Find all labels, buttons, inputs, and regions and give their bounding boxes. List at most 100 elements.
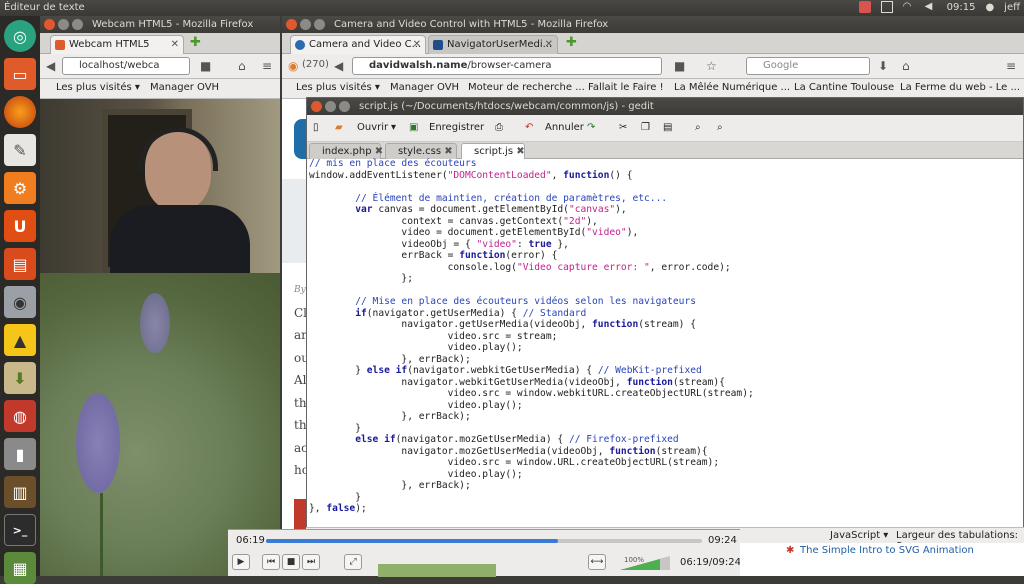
window-title: Webcam HTML5 - Mozilla Firefox xyxy=(92,19,254,30)
webcam-icon[interactable]: ◉ xyxy=(4,286,36,318)
tab-label: Camera and Video C... xyxy=(309,39,422,50)
undo-icon[interactable]: ↶ xyxy=(525,122,533,133)
webcam-video[interactable] xyxy=(40,99,280,273)
copy-icon[interactable]: ❐ xyxy=(641,122,650,133)
save-button[interactable]: Enregistrer xyxy=(429,122,484,133)
home-icon[interactable]: ⌂ xyxy=(238,59,246,73)
loop-button[interactable]: ⟷ xyxy=(588,554,606,570)
bookmark-manager-ovh[interactable]: Manager OVH xyxy=(390,82,459,93)
search-box[interactable]: Google xyxy=(746,57,870,75)
close-tab-icon[interactable]: ✕ xyxy=(171,36,179,54)
tab-style-css[interactable]: style.css ✖ xyxy=(385,143,457,159)
mail-icon[interactable] xyxy=(880,1,893,13)
bookmark-ferme-du-web[interactable]: La Ferme du web - Le ... xyxy=(900,82,1020,93)
close-button[interactable] xyxy=(286,19,297,30)
language-selector[interactable]: JavaScript ▾ xyxy=(830,530,888,541)
notification-count[interactable]: (270) xyxy=(302,59,329,70)
previous-button[interactable]: ⏮ xyxy=(262,554,280,570)
seek-bar[interactable] xyxy=(266,539,702,543)
bookmark-most-visited[interactable]: Les plus visités ▾ xyxy=(296,82,380,93)
related-link[interactable]: The Simple Intro to SVG Animation xyxy=(800,545,974,556)
tab-webcam[interactable]: Webcam HTML5 ✕ xyxy=(50,35,184,54)
redo-icon[interactable]: ↷ xyxy=(587,122,595,133)
maximize-button[interactable] xyxy=(314,19,325,30)
close-tab-icon[interactable]: ✖ xyxy=(444,146,452,157)
bookmark-cantine-toulouse[interactable]: La Cantine Toulouse xyxy=(794,82,894,93)
open-menu-icon[interactable]: ▾ xyxy=(391,122,396,133)
close-tab-icon[interactable]: ✖ xyxy=(516,146,524,157)
print-icon[interactable]: ⎙ xyxy=(495,122,503,133)
workspace-icon[interactable]: ▦ xyxy=(4,552,36,584)
power-icon[interactable] xyxy=(858,1,871,13)
code-editor[interactable]: // mis en place des écouteurs window.add… xyxy=(309,158,1021,533)
files-icon[interactable]: ▭ xyxy=(4,58,36,90)
firefox-icon[interactable] xyxy=(4,96,36,128)
ubuntu-one-icon[interactable]: U xyxy=(4,210,36,242)
close-button[interactable] xyxy=(44,19,55,30)
update-icon[interactable]: ◍ xyxy=(4,400,36,432)
bookmark-manager-ovh[interactable]: Manager OVH xyxy=(150,82,219,93)
tab-camera-video[interactable]: Camera and Video C... ✕ xyxy=(290,35,426,54)
menu-icon[interactable]: ≡ xyxy=(262,59,272,73)
new-tab-icon[interactable]: ✚ xyxy=(190,35,201,50)
text-editor-icon[interactable]: ✎ xyxy=(4,134,36,166)
rss-icon[interactable]: ◉ xyxy=(288,59,298,73)
bookmark-search-engine[interactable]: Moteur de recherche ... xyxy=(468,82,585,93)
right-navbar: ◉ (270) ◀ davidwalsh.name/browser-camera… xyxy=(282,54,1024,79)
play-button[interactable]: ▶ xyxy=(232,554,250,570)
bookmark-most-visited[interactable]: Les plus visités ▾ xyxy=(56,82,140,93)
new-tab-icon[interactable]: ✚ xyxy=(566,35,577,50)
lavender-flower xyxy=(76,393,120,493)
books-icon[interactable]: ▥ xyxy=(4,476,36,508)
back-icon[interactable]: ◀ xyxy=(46,59,55,73)
stop-button[interactable]: ■ xyxy=(282,554,300,570)
settings-icon[interactable]: ⚙ xyxy=(4,172,36,204)
bookmark-star-icon[interactable]: ☆ xyxy=(706,59,717,73)
close-tab-icon[interactable]: ✖ xyxy=(375,146,383,157)
back-icon[interactable]: ◀ xyxy=(334,59,343,73)
maximize-button[interactable] xyxy=(339,101,350,112)
next-button[interactable]: ⏭ xyxy=(302,554,320,570)
open-icon[interactable]: ▰ xyxy=(335,122,343,133)
undo-button[interactable]: Annuler xyxy=(545,122,584,133)
minimize-button[interactable] xyxy=(58,19,69,30)
find-icon[interactable]: ⌕ xyxy=(695,122,701,133)
close-tab-icon[interactable]: ✕ xyxy=(413,36,421,54)
maximize-button[interactable] xyxy=(72,19,83,30)
tab-navigator-usermedia[interactable]: NavigatorUserMedi... ✕ xyxy=(428,35,558,54)
software-icon[interactable]: ▤ xyxy=(4,248,36,280)
download-icon[interactable]: ⬇ xyxy=(878,59,888,73)
open-button[interactable]: Ouvrir xyxy=(357,122,388,133)
clock[interactable]: 09:15 xyxy=(947,2,976,13)
camera-icon[interactable]: ■ xyxy=(200,59,211,73)
bookmark-fallait-le-faire[interactable]: Fallait le Faire ! xyxy=(588,82,664,93)
close-button[interactable] xyxy=(311,101,322,112)
save-icon[interactable]: ▣ xyxy=(409,122,418,133)
menu-icon[interactable]: ≡ xyxy=(1006,59,1016,73)
page-header-strip xyxy=(282,179,306,263)
installer-icon[interactable]: ⬇ xyxy=(4,362,36,394)
usb-icon[interactable]: ▮ xyxy=(4,438,36,470)
url-bar[interactable]: localhost/webca xyxy=(62,57,190,75)
paste-icon[interactable]: ▤ xyxy=(663,122,672,133)
new-document-icon[interactable]: ▯ xyxy=(313,122,319,133)
wifi-icon[interactable]: ◠ xyxy=(903,1,915,13)
user-name[interactable]: jeff xyxy=(1004,2,1020,13)
url-bar[interactable]: davidwalsh.name/browser-camera xyxy=(352,57,662,75)
tab-index-php[interactable]: index.php ✖ xyxy=(309,143,383,159)
home-icon[interactable]: ⌂ xyxy=(902,59,910,73)
replace-icon[interactable]: ⌕ xyxy=(717,122,723,133)
ubuntu-icon[interactable]: ◎ xyxy=(4,20,36,52)
camera-icon[interactable]: ■ xyxy=(674,59,685,73)
right-tabbar: Camera and Video C... ✕ NavigatorUserMed… xyxy=(282,33,1024,54)
bookmark-melee-numerique[interactable]: La Mêlée Numérique ... xyxy=(674,82,790,93)
fullscreen-button[interactable]: ⤢ xyxy=(344,554,362,570)
cut-icon[interactable]: ✂ xyxy=(619,122,627,133)
close-tab-icon[interactable]: ✕ xyxy=(545,36,553,54)
volume-icon[interactable]: ◀ xyxy=(925,1,937,13)
vlc-icon[interactable]: ▲ xyxy=(4,324,36,356)
terminal-icon[interactable]: >_ xyxy=(4,514,36,546)
minimize-button[interactable] xyxy=(325,101,336,112)
minimize-button[interactable] xyxy=(300,19,311,30)
tab-script-js[interactable]: script.js ✖ xyxy=(461,143,525,159)
